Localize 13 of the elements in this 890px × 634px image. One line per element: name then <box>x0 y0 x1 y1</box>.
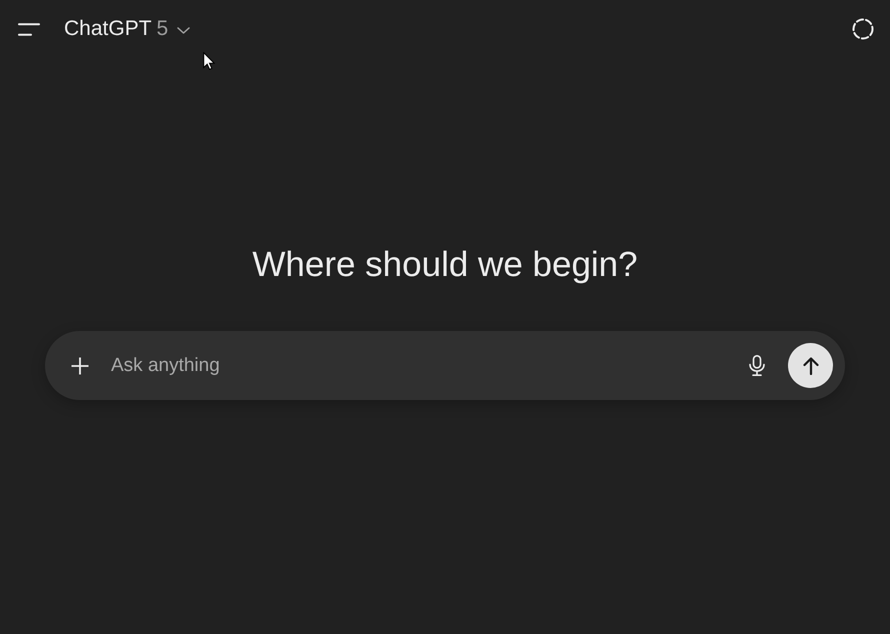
model-selector[interactable]: ChatGPT 5 <box>62 13 192 45</box>
send-button[interactable] <box>788 343 833 388</box>
chevron-down-icon <box>177 26 190 34</box>
dashed-circle-icon <box>852 18 874 40</box>
add-button[interactable] <box>69 354 91 376</box>
menu-icon <box>18 22 40 36</box>
mouse-pointer-icon <box>203 52 215 70</box>
plus-icon <box>71 356 89 374</box>
message-input[interactable]: Ask anything <box>111 350 745 380</box>
greeting-heading: Where should we begin? <box>252 244 638 286</box>
arrow-up-icon <box>802 356 818 374</box>
microphone-icon <box>749 355 765 376</box>
composer-bar[interactable]: Ask anything <box>45 331 845 400</box>
